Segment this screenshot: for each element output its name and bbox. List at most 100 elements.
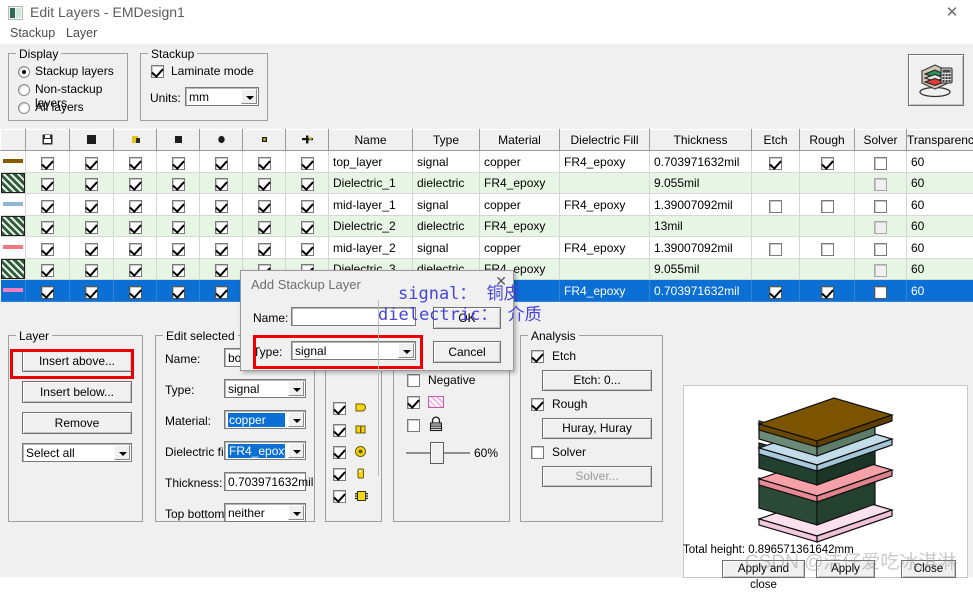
row-toggle-6[interactable] <box>286 194 329 216</box>
cell-material[interactable]: copper <box>480 151 560 173</box>
row-toggle-2[interactable] <box>114 194 157 216</box>
cell-dielectric-fill[interactable]: FR4_epoxy <box>560 194 650 216</box>
col-dot-icon[interactable] <box>200 130 243 151</box>
cell-transparency[interactable]: 60 <box>907 216 973 237</box>
edit-top-bottom-combobox[interactable]: neither <box>224 503 306 522</box>
row-toggle-4[interactable] <box>200 151 243 173</box>
row-toggle-2[interactable] <box>114 259 157 280</box>
row-toggle-3[interactable] <box>157 173 200 194</box>
row-toggle-0[interactable] <box>26 259 70 280</box>
row-toggle-3[interactable] <box>157 151 200 173</box>
radio-non-stackup-layers[interactable] <box>18 84 30 96</box>
menu-layer[interactable]: Layer <box>62 25 101 41</box>
cell-dielectric-fill[interactable]: FR4_epoxy <box>560 151 650 173</box>
hatch-checkbox[interactable] <box>407 396 420 409</box>
row-toggle-0[interactable] <box>26 237 70 259</box>
select-all-combobox[interactable]: Select all <box>22 443 132 462</box>
cell-thickness[interactable]: 0.703971632mil <box>650 151 752 173</box>
edit-thickness-input[interactable]: 0.703971632mil <box>224 472 306 491</box>
cell-name[interactable]: Dielectric_2 <box>329 216 413 237</box>
close-button[interactable]: Close <box>901 560 956 578</box>
col-thickness[interactable]: Thickness <box>650 130 752 151</box>
cell-rough[interactable] <box>800 194 855 216</box>
cell-transparency[interactable]: 60 <box>907 173 973 194</box>
units-combobox[interactable]: mm <box>185 87 259 106</box>
row-toggle-0[interactable] <box>26 194 70 216</box>
table-row[interactable]: mid-layer_1signalcopperFR4_epoxy1.390070… <box>1 194 973 216</box>
row-toggle-3[interactable] <box>157 194 200 216</box>
row-toggle-2[interactable] <box>114 237 157 259</box>
cell-solver[interactable] <box>855 237 907 259</box>
laminate-mode-checkbox[interactable] <box>151 65 164 78</box>
col-type[interactable]: Type <box>413 130 480 151</box>
col-pad-icon[interactable] <box>114 130 157 151</box>
col-transparency[interactable]: Transparency <box>907 130 973 151</box>
cell-etch[interactable] <box>752 173 800 194</box>
cell-dielectric-fill[interactable] <box>560 259 650 280</box>
cell-name[interactable]: mid-layer_1 <box>329 194 413 216</box>
cell-name[interactable]: Dielectric_1 <box>329 173 413 194</box>
negative-checkbox[interactable] <box>407 374 420 387</box>
col-material[interactable]: Material <box>480 130 560 151</box>
cell-etch[interactable] <box>752 194 800 216</box>
insert-below-button[interactable]: Insert below... <box>22 381 132 403</box>
row-toggle-3[interactable] <box>157 259 200 280</box>
cell-dielectric-fill[interactable] <box>560 173 650 194</box>
row-toggle-4[interactable] <box>200 194 243 216</box>
cell-thickness[interactable]: 13mil <box>650 216 752 237</box>
transparency-slider-thumb[interactable] <box>430 442 444 464</box>
row-toggle-3[interactable] <box>157 237 200 259</box>
icon-toggle-pad-icon[interactable] <box>333 402 346 415</box>
chevron-down-icon[interactable] <box>398 343 414 358</box>
radio-stackup-layers[interactable] <box>18 66 30 78</box>
cell-transparency[interactable]: 60 <box>907 194 973 216</box>
rough-checkbox[interactable] <box>531 398 544 411</box>
chevron-down-icon[interactable] <box>241 89 257 104</box>
cell-type[interactable]: signal <box>413 194 480 216</box>
icon-toggle-pin-icon[interactable] <box>333 424 346 437</box>
cell-etch[interactable] <box>752 237 800 259</box>
cell-dielectric-fill[interactable] <box>560 216 650 237</box>
chevron-down-icon[interactable] <box>288 412 304 427</box>
col-via-icon[interactable] <box>286 130 329 151</box>
row-toggle-5[interactable] <box>243 151 286 173</box>
cell-etch[interactable] <box>752 151 800 173</box>
row-toggle-0[interactable] <box>26 173 70 194</box>
remove-button[interactable]: Remove <box>22 412 132 434</box>
cell-solver[interactable] <box>855 216 907 237</box>
row-toggle-1[interactable] <box>70 259 114 280</box>
col-solid-icon[interactable] <box>70 130 114 151</box>
cell-solver[interactable] <box>855 280 907 302</box>
edit-dielectric-fill-combobox[interactable]: FR4_epoxy <box>224 441 306 460</box>
solver-checkbox[interactable] <box>531 446 544 459</box>
cell-thickness[interactable]: 1.39007092mil <box>650 237 752 259</box>
chevron-down-icon[interactable] <box>288 381 304 396</box>
cell-name[interactable]: top_layer <box>329 151 413 173</box>
icon-toggle-component-icon[interactable] <box>333 468 346 481</box>
row-toggle-3[interactable] <box>157 216 200 237</box>
cell-rough[interactable] <box>800 259 855 280</box>
cell-thickness[interactable]: 9.055mil <box>650 173 752 194</box>
view-3d-button[interactable] <box>908 54 964 106</box>
cell-solver[interactable] <box>855 151 907 173</box>
row-toggle-2[interactable] <box>114 216 157 237</box>
edit-type-combobox[interactable]: signal <box>224 379 306 398</box>
col-name[interactable]: Name <box>329 130 413 151</box>
row-toggle-6[interactable] <box>286 216 329 237</box>
table-row[interactable]: mid-layer_2signalcopperFR4_epoxy1.390070… <box>1 237 973 259</box>
cell-dielectric-fill[interactable]: FR4_epoxy <box>560 280 650 302</box>
row-toggle-4[interactable] <box>200 237 243 259</box>
apply-and-close-button[interactable]: Apply and close <box>722 560 805 578</box>
col-solver[interactable]: Solver <box>855 130 907 151</box>
row-toggle-6[interactable] <box>286 173 329 194</box>
row-toggle-6[interactable] <box>286 151 329 173</box>
cell-material[interactable]: copper <box>480 237 560 259</box>
col-small-icon[interactable] <box>243 130 286 151</box>
icon-toggle-via-icon[interactable] <box>333 446 346 459</box>
row-toggle-4[interactable] <box>200 280 243 302</box>
row-color-swatch[interactable] <box>1 194 26 216</box>
radio-all-layers[interactable] <box>18 102 30 114</box>
row-color-swatch[interactable] <box>1 237 26 259</box>
table-row[interactable]: Dielectric_1dielectricFR4_epoxy9.055mil6… <box>1 173 973 194</box>
cell-dielectric-fill[interactable]: FR4_epoxy <box>560 237 650 259</box>
